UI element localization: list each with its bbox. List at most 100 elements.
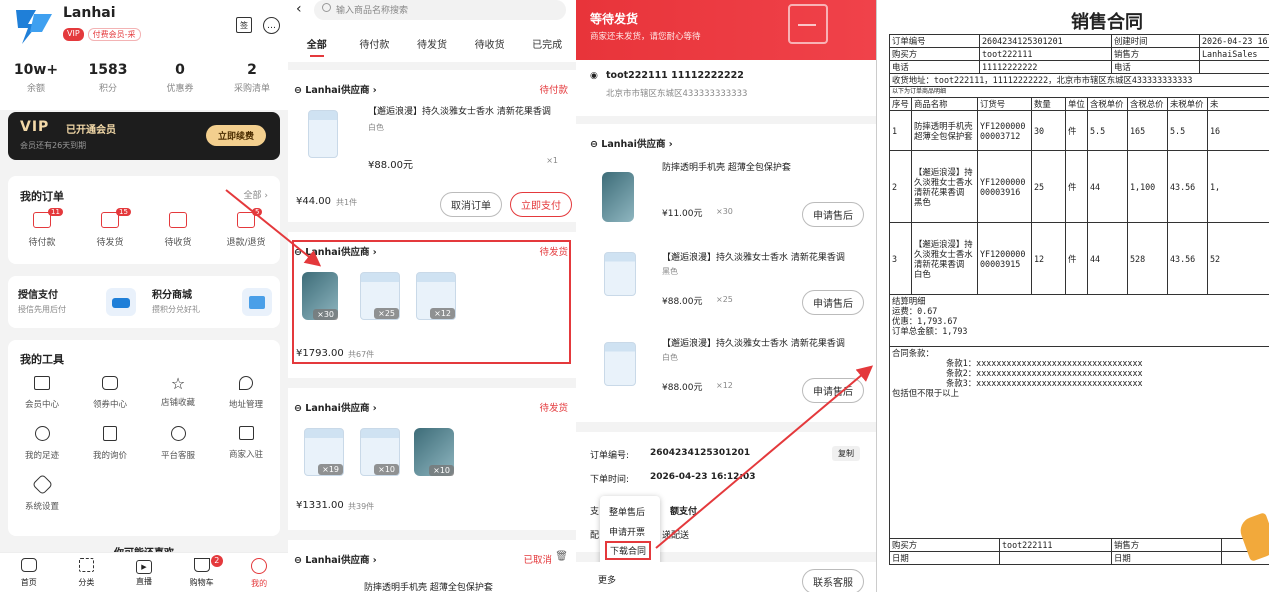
menu-download-contract[interactable]: 下载合同 (605, 541, 652, 560)
count-badge: 5 (252, 208, 263, 216)
tool-merchant-join[interactable]: 商家入驻 (212, 426, 280, 461)
order-time-value: 2026-04-23 16:12:03 (650, 472, 756, 482)
credit-pay-entry[interactable]: 授信支付 授信先用后付 (18, 286, 66, 315)
more-button[interactable]: 更多 (598, 573, 616, 586)
tab-all[interactable]: 全部 (288, 36, 346, 57)
contract-items-table: 序号 商品名称 订货号 数量 单位 含税单价 含税总价 未税单价未 1 防摔透明手机壳 超薄全包… (889, 97, 1269, 539)
shop-name[interactable]: ⊖ Lanhai供应商 › (294, 552, 377, 566)
order-total-count: 共39件 (348, 502, 375, 511)
stat-balance[interactable]: 10w+ 余额 (0, 62, 72, 94)
order-item[interactable]: 防摔透明手机壳 超薄全包保护套 ¥11.00元 ×30 申请售后 (576, 154, 876, 234)
message-icon[interactable]: … (263, 17, 280, 34)
points-mall-entry[interactable]: 积分商城 攒积分兑好礼 (152, 286, 200, 315)
product-count: ×12 (716, 381, 733, 390)
tool-address[interactable]: 地址管理 (212, 376, 280, 410)
product-price: ¥88.00元 (662, 297, 703, 307)
payment-label: 支 (590, 507, 600, 517)
avatar[interactable] (8, 6, 56, 46)
inquiry-icon (103, 426, 117, 441)
order-refund[interactable]: 5 退款/退货 (212, 208, 280, 248)
tools-card: 我的工具 会员中心 领券中心 ☆ 店铺收藏 地址管理 我的足迹 我的询价 平台客服… (8, 340, 280, 536)
tool-footprint[interactable]: 我的足迹 (8, 426, 76, 461)
delivery-label: 配 (590, 531, 600, 541)
order-pending-shipment[interactable]: 15 待发货 (76, 208, 144, 248)
tool-inquiry[interactable]: 我的询价 (76, 426, 144, 461)
highlight-box (292, 240, 571, 364)
profile-header: Lanhai VIP 付费会员-采 签 … 10w+ 余额 1583 积分 0 优惠券… (0, 0, 288, 110)
pay-now-button[interactable]: 立即支付 (510, 192, 572, 217)
order-card[interactable]: ⊖ Lanhai供应商 › 待发货 ×19 ×10 ×10 ¥1331.00 共… (288, 388, 576, 530)
shop-name[interactable]: ⊖ Lanhai供应商 › (590, 136, 673, 150)
after-sale-button[interactable]: 申请售后 (802, 290, 864, 315)
product-price: ¥88.00元 (662, 383, 703, 393)
tab-cart[interactable]: 2 购物车 (173, 553, 231, 592)
tab-mine[interactable]: 我的 (230, 553, 288, 592)
tab-category[interactable]: 分类 (58, 553, 116, 592)
member-tag: 付费会员-采 (87, 28, 141, 41)
grid-icon (78, 558, 94, 572)
after-sale-button[interactable]: 申请售后 (802, 202, 864, 227)
user-icon (251, 558, 268, 574)
tool-store-favorites[interactable]: ☆ 店铺收藏 (144, 376, 212, 410)
vip-logo: VIP (20, 119, 50, 135)
tool-customer-service[interactable]: 平台客服 (144, 426, 212, 461)
crown-icon (34, 376, 50, 390)
order-total: ¥1331.00 (296, 500, 344, 511)
play-icon: ▶ (135, 560, 152, 574)
mall-icon (242, 288, 272, 316)
all-orders-link[interactable]: 全部 › (244, 188, 268, 201)
order-card[interactable]: ⊖ Lanhai供应商 › 已取消 🗑 防摔透明手机壳 超薄全包保护套 (288, 540, 576, 592)
product-image: ×19 (304, 428, 344, 476)
contract-document: 销售合同 订单编号 2604234125301201 创建时间 2026-04-23 … (876, 0, 1269, 592)
tool-member-center[interactable]: 会员中心 (8, 376, 76, 410)
shop-name[interactable]: ⊖ Lanhai供应商 › (294, 82, 377, 96)
order-item[interactable]: 【邂逅浪漫】持久淡雅女士香水 清新花果香调 白色 ¥88.00元 ×12 申请售… (576, 328, 876, 408)
tab-home[interactable]: 首页 (0, 553, 58, 592)
stat-points[interactable]: 1583 积分 (72, 62, 144, 94)
tab-completed[interactable]: 已完成 (518, 36, 576, 57)
order-pending-payment[interactable]: 11 待付款 (8, 208, 76, 248)
tool-coupon-center[interactable]: 领券中心 (76, 376, 144, 410)
tool-settings[interactable]: 系统设置 (8, 473, 76, 512)
order-status: 待付款 (539, 85, 568, 96)
contact-service-button[interactable]: 联系客服 (802, 569, 864, 592)
cart-icon (193, 558, 210, 572)
stat-purchase-list[interactable]: 2 采购清单 (216, 62, 288, 94)
tab-pending-receipt[interactable]: 待收货 (461, 36, 519, 57)
order-pending-receipt[interactable]: 待收货 (144, 212, 212, 248)
order-card[interactable]: ⊖ Lanhai供应商 › 待付款 【邂逅浪漫】持久淡雅女士香水 清新花果香调 … (288, 70, 576, 222)
settings-icon (31, 473, 53, 496)
tab-pending-shipment[interactable]: 待发货 (403, 36, 461, 57)
vip-banner[interactable]: VIP 已开通会员 会员还有26天到期 立即续费 (8, 112, 280, 160)
cancel-order-button[interactable]: 取消订单 (440, 192, 502, 217)
location-icon (239, 376, 253, 390)
product-title: 防摔透明手机壳 超薄全包保护套 (364, 583, 493, 592)
shop-name[interactable]: ⊖ Lanhai供应商 › (294, 400, 377, 414)
menu-after-sale[interactable]: 整单售后 (609, 505, 645, 518)
mine-screen: Lanhai VIP 付费会员-采 签 … 10w+ 余额 1583 积分 0 优惠券… (0, 0, 288, 592)
tab-live[interactable]: ▶ 直播 (115, 553, 173, 592)
contract-header-table: 订单编号 2604234125301201 创建时间 2026-04-23 16 购买… (889, 34, 1269, 565)
vip-title: 已开通会员 (66, 125, 116, 136)
search-bar[interactable]: 输入商品名称搜索 (314, 0, 566, 20)
product-image (308, 110, 338, 158)
menu-apply-invoice[interactable]: 申请开票 (609, 525, 645, 538)
after-sale-button[interactable]: 申请售后 (802, 378, 864, 403)
count-badge: 11 (48, 208, 63, 216)
copy-button[interactable]: 复制 (832, 446, 860, 461)
order-item[interactable]: 【邂逅浪漫】持久淡雅女士香水 清新花果香调 黑色 ¥88.00元 ×25 申请售… (576, 240, 876, 320)
status-subtitle: 商家还未发货，请您耐心等待 (590, 32, 701, 42)
product-image (604, 342, 636, 386)
stat-coupons[interactable]: 0 优惠券 (144, 62, 216, 94)
search-input[interactable]: 输入商品名称搜索 (336, 3, 408, 16)
tab-pending-payment[interactable]: 待付款 (346, 36, 404, 57)
renew-button[interactable]: 立即续费 (205, 125, 266, 146)
address-card[interactable]: ◉ toot222111 11112222222 北京市市辖区东城区433333… (576, 60, 876, 116)
status-banner: 等待发货 商家还未发货，请您耐心等待 (576, 0, 876, 60)
services-card: 授信支付 授信先用后付 积分商城 攒积分兑好礼 (8, 276, 280, 328)
product-image: ×10 (414, 428, 454, 476)
back-icon[interactable]: ‹ (296, 1, 302, 17)
delete-icon[interactable]: 🗑 (555, 551, 568, 562)
calendar-icon[interactable]: 签 (236, 17, 252, 33)
receiver-address: 北京市市辖区东城区433333333333 (606, 89, 748, 99)
